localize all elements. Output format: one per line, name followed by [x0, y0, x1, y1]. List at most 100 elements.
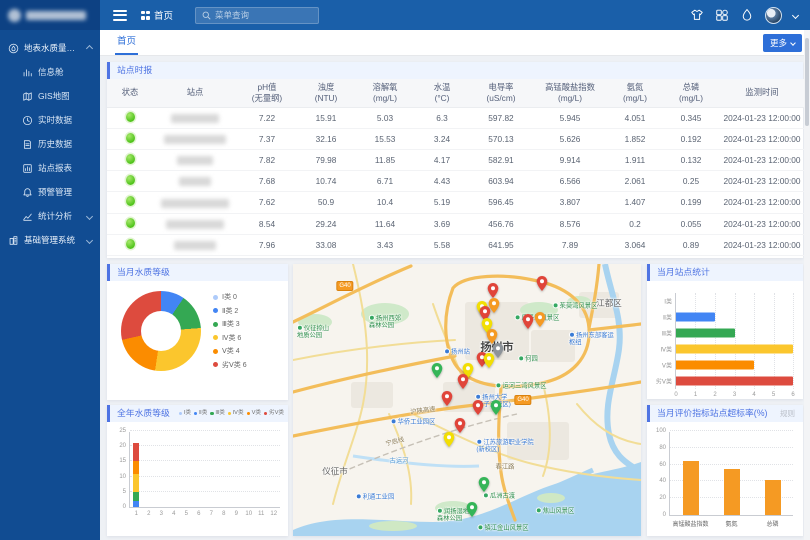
status-normal-dot: [126, 218, 135, 228]
table-row[interactable]: 7.2215.915.036.3597.825.9454.0510.345202…: [107, 107, 805, 128]
sidebar-section-1[interactable]: 基础管理系统: [0, 228, 100, 252]
user-menu-chevron-icon[interactable]: [792, 11, 799, 18]
station-pin-red[interactable]: [488, 283, 499, 298]
poi-icon: [536, 507, 542, 513]
map-label: 仪征捺山地质公园: [297, 325, 329, 339]
station-pin-red[interactable]: [523, 314, 534, 329]
rules-link[interactable]: 规则: [780, 405, 795, 422]
more-chevron-icon: [790, 40, 796, 46]
poi-icon: [475, 394, 481, 400]
cell-value: 10.4: [355, 192, 415, 213]
table-row[interactable]: 7.9633.083.435.58641.957.893.0640.892024…: [107, 234, 805, 255]
legend-item: Ⅴ类 4: [213, 346, 247, 356]
poi-icon: [391, 418, 397, 424]
menu-search-input[interactable]: 菜单查询: [195, 7, 319, 24]
sidebar-item-label: GIS地图: [38, 90, 92, 102]
station-pin-green[interactable]: [432, 363, 443, 378]
station-pin-yellow[interactable]: [444, 432, 455, 447]
menu-collapse-icon[interactable]: [113, 10, 127, 21]
sidebar-menu: 地表水质量监测系统信息舱 GIS地图实时数据历史数据站点报表预警管理统计分析基础管…: [0, 36, 100, 252]
station-pin-red[interactable]: [458, 374, 469, 389]
station-pin-orange[interactable]: [487, 329, 498, 344]
table-row[interactable]: 7.6250.910.45.19596.453.8071.4070.199202…: [107, 192, 805, 213]
map-label: 江都区: [596, 299, 622, 309]
station-pin-red[interactable]: [537, 276, 548, 291]
water-drop-icon[interactable]: [740, 8, 754, 22]
breadcrumb-label: 首页: [154, 8, 173, 22]
cell-value: 5.626: [533, 128, 607, 149]
dashboard-icon: [22, 67, 33, 78]
sidebar-item-label: 信息舱: [38, 66, 92, 78]
poi-icon: [553, 302, 559, 308]
cell-monitor-time: 2024-01-23 12:00:00: [719, 107, 805, 128]
sidebar-item-label: 站点报表: [38, 162, 92, 174]
station-pin-red[interactable]: [455, 418, 466, 433]
table-row[interactable]: 8.5429.2411.643.69456.768.5760.20.055202…: [107, 213, 805, 234]
hbar-Ⅳ类: [676, 345, 793, 354]
status-normal-dot: [126, 239, 135, 249]
column-header: 监测时间: [719, 79, 805, 107]
panel-title-yearly-grade: 全年水质等级: [117, 405, 170, 422]
cell-monitor-time: 2024-01-23 12:00:00: [719, 213, 805, 234]
multi-screen-icon[interactable]: [715, 8, 729, 22]
sidebar-item-统计分析[interactable]: 统计分析: [0, 204, 100, 228]
tab-home[interactable]: 首页: [115, 30, 138, 55]
panel-station-report: 站点时报 状态站点pH值(无量纲)浊度(NTU)溶解氧(mg/L)水温(°C)电…: [107, 62, 803, 258]
main-area: 首页 更多 站点时报 状态站点pH值(无量纲)浊度(NTU)溶解氧(mg/L)水…: [100, 30, 810, 540]
poi-icon: [483, 492, 489, 498]
poi-icon: [444, 348, 450, 354]
station-pin-red[interactable]: [442, 391, 453, 406]
cell-value: 7.82: [237, 149, 297, 170]
station-map[interactable]: 扬州市江都区仪征市扬州西郊森林公园仪征捺山地质公园唐子城风景区茱萸湾风景区何园运…: [293, 264, 641, 536]
vbar-氨氮: [724, 469, 740, 515]
user-avatar[interactable]: [765, 7, 782, 24]
station-pin-green[interactable]: [491, 400, 502, 415]
sidebar-item-实时数据[interactable]: 实时数据: [0, 108, 100, 132]
stats-icon: [22, 211, 33, 222]
cell-value: 1.407: [607, 192, 663, 213]
cell-value: 5.58: [415, 234, 469, 255]
station-table-header-row: 状态站点pH值(无量纲)浊度(NTU)溶解氧(mg/L)水温(°C)电导率(uS…: [107, 79, 805, 107]
sidebar-item-信息舱[interactable]: 信息舱: [0, 60, 100, 84]
cell-value: 7.89: [533, 234, 607, 255]
status-normal-dot: [126, 133, 135, 143]
topbar-actions: [690, 7, 810, 24]
panel-map: 扬州市江都区仪征市扬州西郊森林公园仪征捺山地质公园唐子城风景区茱萸湾风景区何园运…: [293, 264, 641, 536]
station-pin-green[interactable]: [467, 502, 478, 517]
vbar-总磷: [765, 480, 781, 515]
cell-value: 3.807: [533, 192, 607, 213]
table-row[interactable]: 7.6810.746.714.43603.946.5662.0610.25202…: [107, 171, 805, 192]
map-label: 扬州站: [444, 348, 470, 355]
table-row[interactable]: 7.3732.1615.533.24570.135.6261.8520.1922…: [107, 128, 805, 149]
history-icon: [22, 139, 33, 150]
station-pin-yellow[interactable]: [484, 353, 495, 368]
dashboard-content: 站点时报 状态站点pH值(无量纲)浊度(NTU)溶解氧(mg/L)水温(°C)电…: [100, 56, 810, 540]
column-header: pH值(无量纲): [237, 79, 297, 107]
cell-value: 3.43: [355, 234, 415, 255]
poi-icon: [476, 439, 482, 445]
more-button[interactable]: 更多: [763, 34, 802, 52]
sidebar-item-站点报表[interactable]: 站点报表: [0, 156, 100, 180]
sidebar-item-历史数据[interactable]: 历史数据: [0, 132, 100, 156]
theme-skin-icon[interactable]: [690, 8, 704, 22]
station-pin-orange[interactable]: [535, 312, 546, 327]
map-label: 运河三湾风景区: [495, 382, 546, 389]
poi-icon: [477, 524, 483, 530]
cell-value: 29.24: [297, 213, 355, 234]
stacked-bar-month-1: [133, 443, 139, 507]
sidebar-item-预警管理[interactable]: 预警管理: [0, 180, 100, 204]
poi-icon: [356, 493, 362, 499]
station-pin-red[interactable]: [473, 400, 484, 415]
sidebar-item-GIS地图[interactable]: GIS地图: [0, 84, 100, 108]
cell-value: 8.576: [533, 213, 607, 234]
cell-value: 641.95: [469, 234, 533, 255]
cell-value: 1.852: [607, 128, 663, 149]
cell-value: 597.82: [469, 107, 533, 128]
topbar: 首页 菜单查询: [0, 0, 810, 30]
page-scrollbar-thumb[interactable]: [805, 38, 809, 126]
station-pin-green[interactable]: [479, 477, 490, 492]
sidebar-section-0[interactable]: 地表水质量监测系统: [0, 36, 100, 60]
breadcrumb[interactable]: 首页: [141, 8, 173, 22]
table-row[interactable]: 7.8279.9811.854.17582.919.9141.9110.1322…: [107, 149, 805, 170]
cell-value: 0.89: [663, 234, 719, 255]
